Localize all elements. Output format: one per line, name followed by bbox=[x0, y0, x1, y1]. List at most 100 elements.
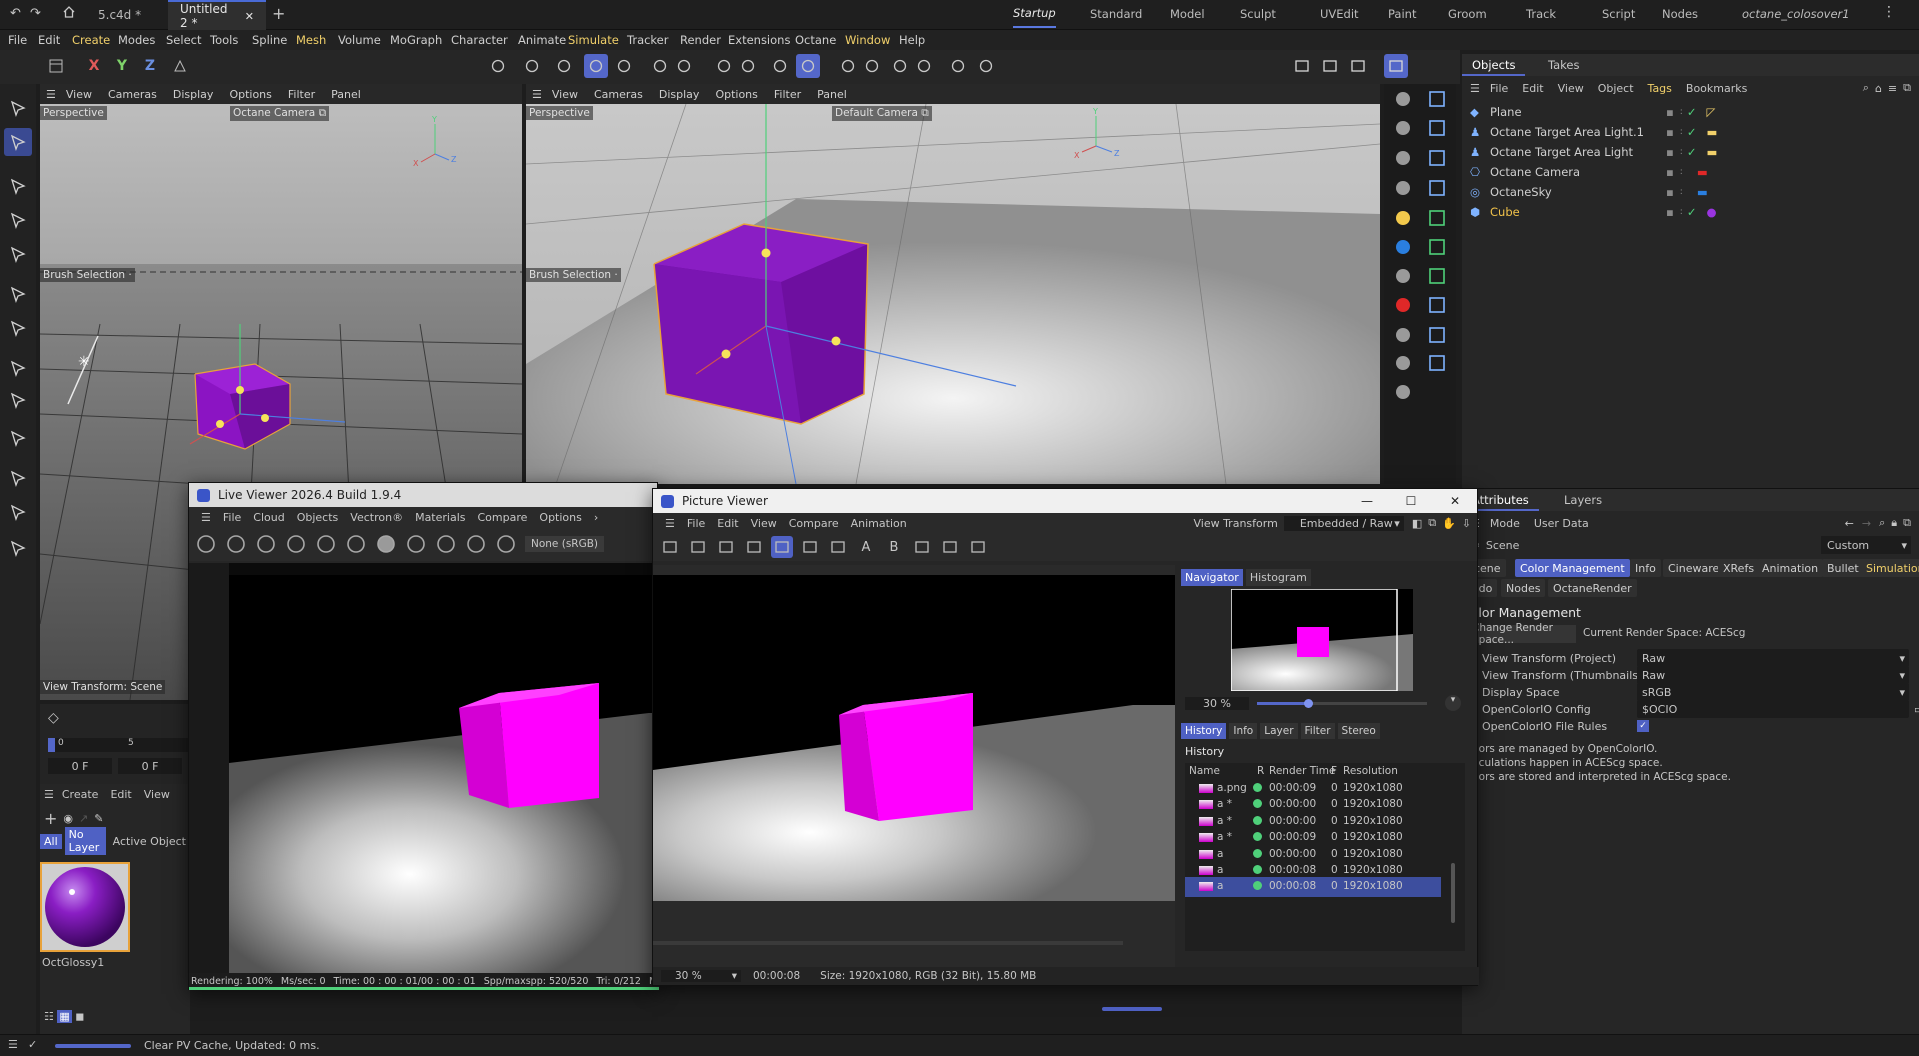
octane-settings-icon[interactable] bbox=[1388, 84, 1418, 114]
tag-sky-icon[interactable]: ▬ bbox=[1697, 185, 1708, 199]
chip-simulation[interactable]: Simulation bbox=[1861, 559, 1919, 577]
mat-menu-create[interactable]: Create bbox=[62, 788, 99, 801]
focus-picker-icon[interactable] bbox=[465, 533, 487, 555]
col-r[interactable]: R bbox=[1257, 765, 1264, 777]
end-frame-field[interactable]: 0 F bbox=[118, 758, 182, 774]
add-material-icon[interactable]: + bbox=[44, 809, 57, 828]
history-row[interactable]: a 00:00:08 0 1920x1080 bbox=[1185, 877, 1441, 898]
tab-histogram[interactable]: Histogram bbox=[1245, 568, 1311, 586]
lock-icon[interactable] bbox=[345, 533, 367, 555]
enabled-check-icon[interactable]: ✓ bbox=[1687, 145, 1697, 159]
region-render-icon[interactable] bbox=[285, 533, 307, 555]
layout-tab-paint[interactable]: Paint bbox=[1388, 0, 1416, 28]
viewport-right[interactable]: ☰ View Cameras Display Options Filter Pa… bbox=[526, 84, 1380, 484]
picture-viewer-titlebar[interactable]: Picture Viewer — ☐ ✕ bbox=[653, 489, 1477, 513]
visibility-dots-icon[interactable]: : bbox=[1680, 107, 1683, 117]
grid-icon[interactable] bbox=[768, 54, 792, 78]
object-row-plane[interactable]: ◆ Plane ▪: ✓ ◸ bbox=[1470, 102, 1910, 122]
octane-camera-icon[interactable] bbox=[1388, 113, 1418, 143]
rectangle-icon[interactable] bbox=[1422, 113, 1452, 143]
timeline-ruler[interactable]: 0 5 bbox=[48, 738, 188, 752]
vp-menu-filter[interactable]: Filter bbox=[288, 88, 315, 101]
menu-tracker[interactable]: Tracker bbox=[627, 33, 669, 47]
viewport-left-camera[interactable]: Octane Camera ⧉ bbox=[230, 106, 330, 121]
close-icon[interactable]: ✕ bbox=[245, 10, 254, 23]
arrow-icon[interactable]: ↗ bbox=[79, 812, 88, 825]
swap-icon[interactable] bbox=[911, 536, 933, 558]
snap-icon[interactable] bbox=[648, 54, 672, 78]
visibility-dots-icon[interactable]: : bbox=[1680, 207, 1683, 217]
material-sphere-icon[interactable] bbox=[1388, 320, 1418, 350]
pv-menu-file[interactable]: File bbox=[687, 517, 705, 530]
redo-icon[interactable]: ↷ bbox=[30, 6, 41, 21]
rotate-icon[interactable] bbox=[4, 206, 32, 234]
back-icon[interactable]: ← bbox=[1845, 517, 1854, 530]
viewport-right-brush[interactable]: Brush Selection · bbox=[526, 268, 621, 282]
menu-icon[interactable]: ☰ bbox=[46, 88, 56, 101]
cloner-icon[interactable] bbox=[1422, 232, 1452, 262]
object-row-octanesky[interactable]: ◎ OctaneSky ▪: ▬ bbox=[1470, 182, 1910, 202]
menu-icon[interactable]: ☰ bbox=[44, 788, 54, 801]
chip-color-management[interactable]: Color Management bbox=[1515, 559, 1630, 577]
zoom-slider[interactable] bbox=[1102, 1007, 1162, 1011]
stop-icon[interactable] bbox=[715, 536, 737, 558]
chevron-right-icon[interactable]: › bbox=[594, 511, 598, 524]
visibility-dots-icon[interactable]: : bbox=[1680, 187, 1683, 197]
deformer-icon[interactable] bbox=[1422, 290, 1452, 320]
layout-tab-uvedit[interactable]: UVEdit bbox=[1320, 0, 1359, 28]
menu-file[interactable]: File bbox=[8, 33, 27, 47]
obj-menu-file[interactable]: File bbox=[1490, 82, 1508, 95]
ocio-config-field[interactable]: $OCIO bbox=[1637, 700, 1909, 718]
tab-navigator[interactable]: Navigator bbox=[1181, 568, 1243, 586]
minimize-icon[interactable]: — bbox=[1345, 494, 1389, 508]
attr-dropdown[interactable]: Raw ▾ bbox=[1637, 649, 1909, 667]
col-resolution[interactable]: Resolution bbox=[1343, 765, 1398, 777]
layout-tab-octane-colosover1[interactable]: octane_colosover1 bbox=[1742, 0, 1850, 28]
null-icon[interactable] bbox=[1422, 203, 1452, 233]
tab-document-untitled-2[interactable]: Untitled 2 * ✕ bbox=[168, 0, 266, 30]
render-settings-icon[interactable] bbox=[860, 54, 884, 78]
lv-menu-cloud[interactable]: Cloud bbox=[253, 511, 284, 524]
pin-icon[interactable]: ⇩ bbox=[1462, 517, 1471, 530]
octane-camera-red-icon[interactable] bbox=[1388, 290, 1418, 320]
workplane-icon[interactable] bbox=[796, 54, 820, 78]
filter-icon[interactable]: ≡ bbox=[1888, 82, 1897, 95]
col-f[interactable]: F bbox=[1331, 765, 1337, 777]
vp-menu-view[interactable]: View bbox=[66, 88, 92, 101]
spline-pen-icon[interactable] bbox=[4, 534, 32, 562]
obj-menu-edit[interactable]: Edit bbox=[1522, 82, 1543, 95]
tag-area-light-icon[interactable]: ▬ bbox=[1706, 145, 1717, 159]
settings-gear-icon[interactable] bbox=[315, 533, 337, 555]
menu-character[interactable]: Character bbox=[451, 33, 508, 47]
obj-menu-object[interactable]: Object bbox=[1598, 82, 1634, 95]
pen-icon[interactable] bbox=[4, 498, 32, 526]
menu-simulate[interactable]: Simulate bbox=[568, 33, 619, 47]
layout-tab-groom[interactable]: Groom bbox=[1448, 0, 1487, 28]
layout-tab-standard[interactable]: Standard bbox=[1090, 0, 1142, 28]
layer-icon[interactable]: ▪ bbox=[1666, 205, 1674, 219]
render-region-icon[interactable] bbox=[836, 54, 860, 78]
lv-menu-vectron[interactable]: Vectron® bbox=[350, 511, 403, 524]
viewport-right-name[interactable]: Perspective bbox=[526, 106, 593, 120]
attr-menu-mode[interactable]: Mode bbox=[1490, 517, 1520, 530]
filter-all[interactable]: All bbox=[40, 833, 62, 849]
tag-material-icon[interactable]: ● bbox=[1706, 205, 1716, 219]
add-icon[interactable] bbox=[405, 533, 427, 555]
menu-icon[interactable]: ☰ bbox=[665, 517, 675, 530]
mat-menu-view[interactable]: View bbox=[144, 788, 170, 801]
tab-layers[interactable]: Layers bbox=[1554, 491, 1612, 509]
more-icon[interactable]: ⋮ bbox=[1882, 4, 1896, 20]
brush-icon[interactable] bbox=[4, 354, 32, 382]
spline-icon[interactable] bbox=[1422, 320, 1452, 350]
octane-environment-icon[interactable] bbox=[1388, 261, 1418, 291]
vp-menu-panel[interactable]: Panel bbox=[817, 88, 847, 101]
material-thumbnail[interactable] bbox=[40, 862, 130, 952]
tag-area-light-icon[interactable]: ▬ bbox=[1706, 125, 1717, 139]
search-icon[interactable]: ⌕ bbox=[1863, 81, 1869, 95]
pv-horizontal-scrollbar[interactable] bbox=[653, 941, 1123, 945]
navigator-thumbnail[interactable] bbox=[1231, 589, 1413, 691]
menu-icon[interactable]: ☰ bbox=[532, 88, 542, 101]
playhead[interactable] bbox=[48, 738, 55, 752]
live-viewer-render[interactable] bbox=[189, 563, 659, 973]
hand-icon[interactable]: ✋ bbox=[1442, 517, 1456, 530]
